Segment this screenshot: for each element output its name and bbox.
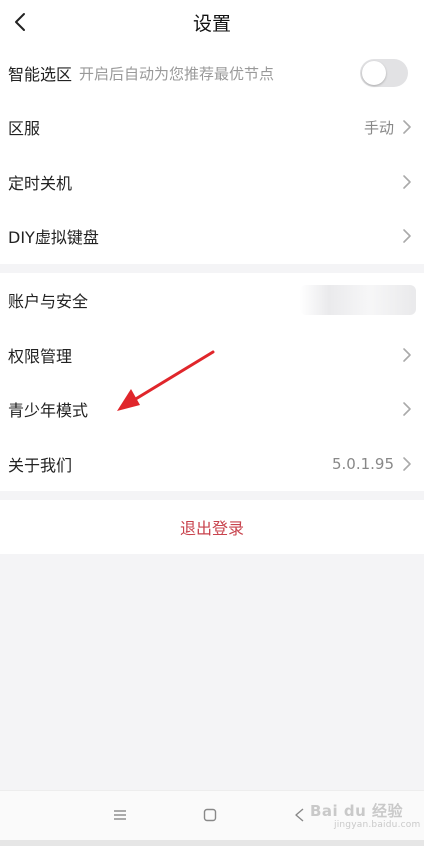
- chevron-right-icon: [403, 456, 411, 471]
- logout-button[interactable]: 退出登录: [0, 500, 424, 554]
- square-home-icon: [203, 808, 217, 822]
- server-region-row[interactable]: 区服 手动: [0, 100, 424, 155]
- permissions-row[interactable]: 权限管理: [0, 328, 424, 383]
- row-description: 开启后自动为您推荐最优节点: [79, 64, 275, 83]
- chevron-right-icon: [403, 229, 411, 244]
- version-value: 5.0.1.95: [331, 454, 394, 473]
- row-label: 区服: [8, 119, 41, 139]
- nav-menu-button[interactable]: [108, 803, 132, 827]
- row-label: DIY虚拟键盘: [8, 228, 99, 248]
- page-title: 设置: [192, 13, 231, 35]
- row-label: 账户与安全: [8, 292, 89, 312]
- chevron-right-icon: [403, 402, 411, 417]
- watermark-logo: Bai du 经验: [310, 802, 404, 820]
- bottom-edge: [0, 840, 424, 846]
- about-us-row[interactable]: 关于我们 5.0.1.95: [0, 437, 424, 492]
- smart-region-row: 智能选区 开启后自动为您推荐最优节点: [0, 46, 424, 100]
- account-security-row[interactable]: 账户与安全: [0, 273, 424, 328]
- timed-shutdown-row[interactable]: 定时关机: [0, 155, 424, 210]
- row-label: 定时关机: [8, 173, 73, 193]
- top-bar: 设置: [0, 0, 424, 46]
- watermark-url: jingyan.baidu.com: [334, 820, 421, 830]
- row-label: 权限管理: [8, 346, 73, 366]
- diy-keyboard-row[interactable]: DIY虚拟键盘: [0, 209, 424, 264]
- row-label: 关于我们: [8, 455, 73, 475]
- chevron-right-icon: [403, 120, 411, 135]
- logout-section: 退出登录: [0, 500, 424, 554]
- row-value: 手动: [363, 118, 394, 137]
- settings-group-1: 智能选区 开启后自动为您推荐最优节点 区服 手动 定时关机 DIY虚拟键盘: [0, 46, 424, 264]
- menu-icon: [114, 810, 126, 820]
- redacted-area: [300, 285, 416, 315]
- smart-region-toggle[interactable]: [360, 59, 408, 87]
- chevron-right-icon: [403, 174, 411, 189]
- nav-home-button[interactable]: [198, 803, 222, 827]
- toggle-knob: [362, 61, 386, 85]
- chevron-right-icon: [403, 347, 411, 362]
- row-label: 青少年模式: [8, 401, 89, 421]
- settings-group-2: 账户与安全 权限管理 青少年模式 关于我们 5.0.1.95: [0, 273, 424, 491]
- row-label: 智能选区: [8, 65, 73, 84]
- youth-mode-row[interactable]: 青少年模式: [0, 382, 424, 437]
- baidu-watermark: Bai du 经验 jingyan.baidu.com: [302, 796, 420, 834]
